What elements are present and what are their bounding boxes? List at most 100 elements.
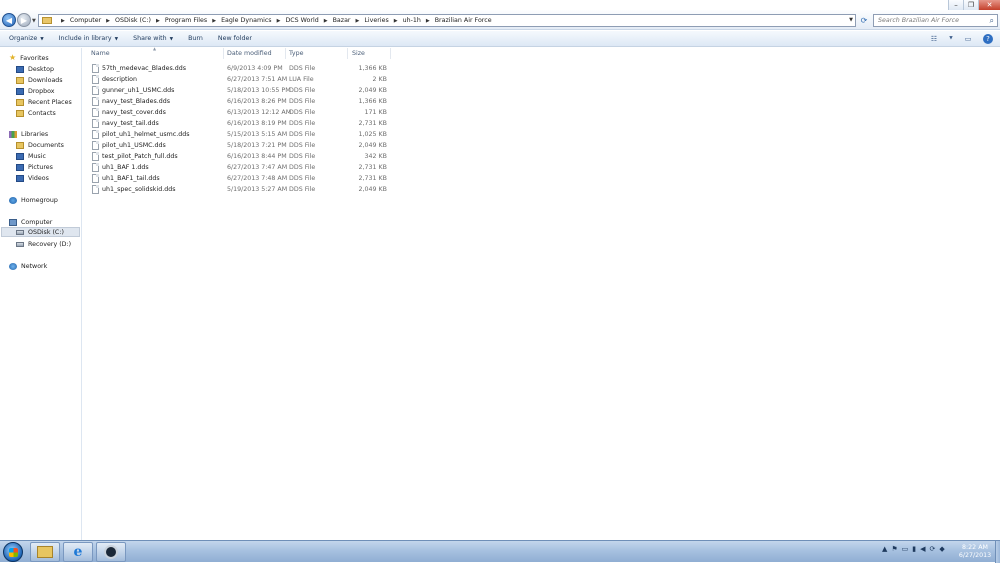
breadcrumb-separator-icon[interactable]: ▶ bbox=[212, 18, 216, 24]
taskbar-steam[interactable] bbox=[96, 542, 126, 562]
nav-homegroup-label: Homegroup bbox=[21, 196, 58, 204]
nav-item-dropbox[interactable]: Dropbox bbox=[16, 86, 55, 96]
nav-favorites[interactable]: ★ Favorites bbox=[9, 53, 49, 63]
start-button[interactable] bbox=[3, 542, 23, 562]
forward-button[interactable]: ▶ bbox=[17, 13, 31, 27]
refresh-button[interactable]: ⟳ bbox=[858, 14, 870, 27]
share-with-button[interactable]: Share with ▼ bbox=[133, 35, 173, 42]
breadcrumb-separator-icon[interactable]: ▶ bbox=[156, 18, 160, 24]
change-view-button[interactable]: ☷ bbox=[928, 33, 940, 44]
file-date-modified: 5/18/2013 7:21 PM bbox=[227, 142, 287, 149]
help-button[interactable]: ? bbox=[982, 33, 994, 44]
nav-item-recovery[interactable]: Recovery (D:) bbox=[16, 239, 71, 249]
breadcrumb-item[interactable]: Bazar bbox=[333, 17, 351, 24]
file-row[interactable]: pilot_uh1_helmet_usmc.dds 5/15/2013 5:15 … bbox=[83, 129, 391, 140]
file-row[interactable]: description 6/27/2013 7:51 AM LUA File 2 KB bbox=[83, 74, 391, 85]
sync-icon[interactable]: ⟳ bbox=[930, 545, 936, 553]
dropbox-tray-icon[interactable]: ◆ bbox=[939, 545, 944, 553]
file-row[interactable]: navy_test_Blades.dds 6/16/2013 8:26 PM DDS… bbox=[83, 96, 391, 107]
file-date-modified: 5/15/2013 5:15 AM bbox=[227, 131, 288, 138]
nav-item-pictures[interactable]: Pictures bbox=[16, 162, 53, 172]
breadcrumb-item[interactable]: OSDisk (C:) bbox=[115, 17, 151, 24]
minimize-icon: – bbox=[954, 1, 958, 9]
file-type: DDS File bbox=[289, 65, 316, 72]
file-row[interactable]: 57th_medevac_Blades.dds 6/9/2013 4:09 PM D… bbox=[83, 63, 391, 74]
column-divider[interactable] bbox=[390, 48, 391, 59]
breadcrumb-separator-icon[interactable]: ▶ bbox=[426, 18, 430, 24]
breadcrumb-item[interactable]: Computer bbox=[70, 17, 101, 24]
taskbar-internet-explorer[interactable]: e bbox=[63, 542, 93, 562]
column-divider[interactable] bbox=[223, 48, 224, 59]
breadcrumb-item[interactable]: DCS World bbox=[285, 17, 318, 24]
nav-item-osdisk[interactable]: OSDisk (C:) bbox=[1, 227, 80, 237]
nav-item-downloads[interactable]: Downloads bbox=[16, 75, 63, 85]
file-icon bbox=[92, 141, 99, 150]
view-options-dropdown[interactable]: ▼ bbox=[948, 33, 954, 44]
column-divider[interactable] bbox=[285, 48, 286, 59]
network-icon[interactable]: ▮ bbox=[912, 545, 916, 553]
burn-button[interactable]: Burn bbox=[188, 35, 203, 42]
close-button[interactable]: ✕ bbox=[978, 0, 1000, 10]
nav-item-music[interactable]: Music bbox=[16, 151, 46, 161]
share-with-label: Share with bbox=[133, 35, 167, 42]
file-row[interactable]: uh1_BAF1_tail.dds 6/27/2013 7:48 AM DDS Fi… bbox=[83, 173, 391, 184]
restore-button[interactable]: ❐ bbox=[963, 0, 978, 10]
show-desktop-button[interactable] bbox=[995, 541, 1000, 563]
new-folder-button[interactable]: New folder bbox=[218, 35, 252, 42]
file-type: DDS File bbox=[289, 131, 316, 138]
volume-icon[interactable]: ◀ bbox=[920, 545, 925, 553]
file-icon bbox=[92, 174, 99, 183]
nav-homegroup[interactable]: Homegroup bbox=[9, 195, 58, 205]
address-field[interactable]: ▶ Computer ▶ OSDisk (C:) ▶ Program Files ▶ Eag… bbox=[38, 14, 856, 27]
search-input[interactable]: Search Brazilian Air Force ⌕ bbox=[873, 14, 998, 27]
breadcrumb-separator-icon[interactable]: ▶ bbox=[61, 18, 65, 24]
file-row[interactable]: gunner_uh1_USMC.dds 5/18/2013 10:55 PM DDS… bbox=[83, 85, 391, 96]
file-row[interactable]: test_pilot_Patch_full.dds 6/16/2013 8:44 … bbox=[83, 151, 391, 162]
windows-explorer-icon bbox=[37, 546, 53, 558]
breadcrumb-separator-icon[interactable]: ▶ bbox=[356, 18, 360, 24]
breadcrumb-item[interactable]: Brazilian Air Force bbox=[435, 17, 492, 24]
recent-pages-dropdown[interactable]: ▼ bbox=[32, 18, 36, 24]
breadcrumb-item[interactable]: uh-1h bbox=[403, 17, 421, 24]
breadcrumb-separator-icon[interactable]: ▶ bbox=[277, 18, 281, 24]
file-row[interactable]: navy_test_tail.dds 6/16/2013 8:19 PM DDS F… bbox=[83, 118, 391, 129]
file-row[interactable]: uh1_spec_solidskid.dds 5/19/2013 5:27 AM D… bbox=[83, 184, 391, 195]
column-header-name[interactable]: Name bbox=[91, 50, 110, 57]
include-in-library-button[interactable]: Include in library ▼ bbox=[59, 35, 118, 42]
nav-item-desktop[interactable]: Desktop bbox=[16, 64, 54, 74]
nav-item-contacts[interactable]: Contacts bbox=[16, 108, 56, 118]
nav-item-documents[interactable]: Documents bbox=[16, 140, 64, 150]
address-history-dropdown[interactable]: ▼ bbox=[849, 17, 853, 23]
column-header-date[interactable]: Date modified bbox=[227, 50, 272, 57]
file-row[interactable]: navy_test_cover.dds 6/13/2013 12:12 AM DDS… bbox=[83, 107, 391, 118]
file-size: 2,049 KB bbox=[358, 186, 387, 193]
breadcrumb-separator-icon[interactable]: ▶ bbox=[394, 18, 398, 24]
breadcrumb-separator-icon[interactable]: ▶ bbox=[106, 18, 110, 24]
breadcrumb-item[interactable]: Liveries bbox=[364, 17, 388, 24]
back-button[interactable]: ◀ bbox=[2, 13, 16, 27]
nav-computer[interactable]: Computer bbox=[9, 217, 52, 227]
file-row[interactable]: pilot_uh1_USMC.dds 5/18/2013 7:21 PM DDS F… bbox=[83, 140, 391, 151]
breadcrumb-separator-icon[interactable]: ▶ bbox=[324, 18, 328, 24]
column-divider[interactable] bbox=[347, 48, 348, 59]
clock-date: 6/27/2013 bbox=[958, 552, 992, 559]
show-hidden-icons-button[interactable]: ▲ bbox=[882, 545, 887, 553]
action-center-icon[interactable]: ⚑ bbox=[891, 545, 897, 553]
nav-network[interactable]: Network bbox=[9, 261, 47, 271]
column-header-type[interactable]: Type bbox=[289, 50, 303, 57]
file-type: DDS File bbox=[289, 186, 316, 193]
organize-button[interactable]: Organize ▼ bbox=[9, 35, 44, 42]
nav-libraries[interactable]: Libraries bbox=[9, 129, 48, 139]
breadcrumb-item[interactable]: Eagle Dynamics bbox=[221, 17, 272, 24]
breadcrumb-item[interactable]: Program Files bbox=[165, 17, 207, 24]
column-header-size[interactable]: Size bbox=[352, 50, 365, 57]
nav-item-recent-places[interactable]: Recent Places bbox=[16, 97, 72, 107]
minimize-button[interactable]: – bbox=[948, 0, 963, 10]
nav-item-videos[interactable]: Videos bbox=[16, 173, 49, 183]
clock[interactable]: 8:22 AM 6/27/2013 bbox=[956, 544, 994, 560]
display-icon[interactable]: ▭ bbox=[902, 545, 909, 553]
network-icon bbox=[9, 262, 17, 270]
taskbar-windows-explorer[interactable] bbox=[30, 542, 60, 562]
file-row[interactable]: uh1_BAF 1.dds 6/27/2013 7:47 AM DDS File 2,… bbox=[83, 162, 391, 173]
preview-pane-button[interactable]: ▭ bbox=[962, 33, 974, 44]
